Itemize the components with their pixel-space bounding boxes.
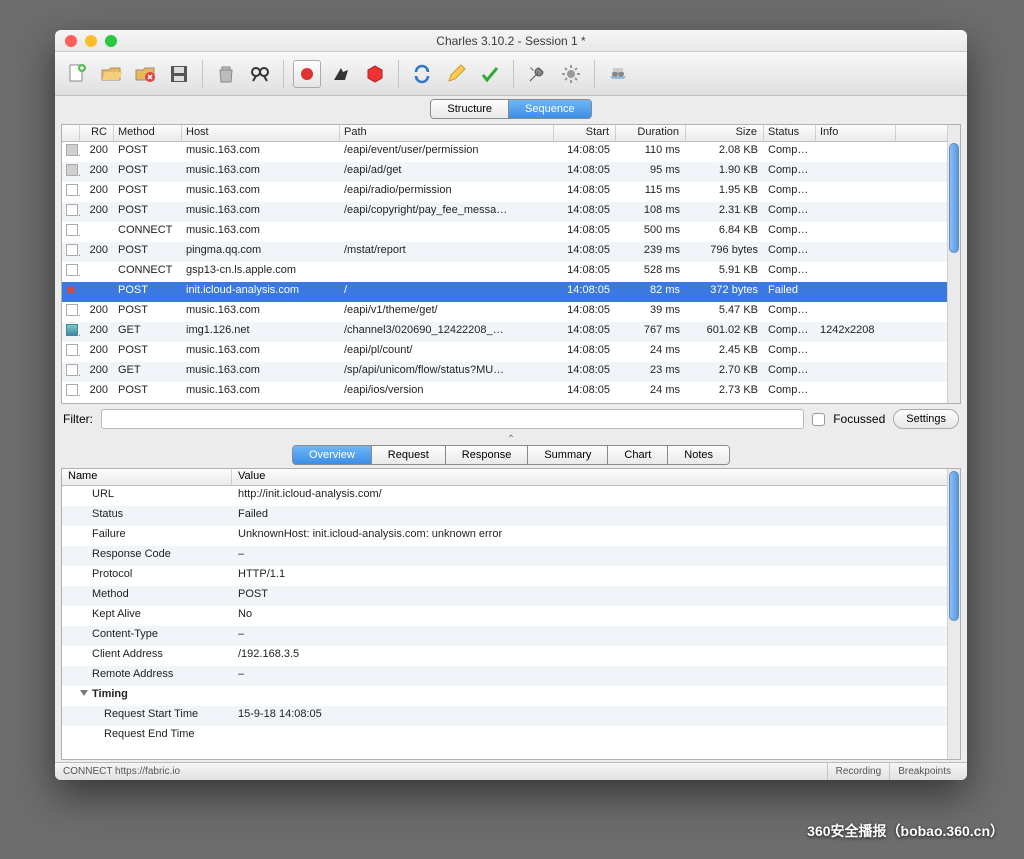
trash-icon[interactable]	[212, 60, 240, 88]
table-row[interactable]: 200POSTmusic.163.com/eapi/pl/count/14:08…	[62, 342, 960, 362]
col-status[interactable]: Status	[764, 125, 816, 141]
filter-bar: Filter: Focussed Settings	[55, 404, 967, 434]
col-host[interactable]: Host	[182, 125, 340, 141]
detail-row[interactable]: Kept AliveNo	[62, 606, 960, 626]
table-row[interactable]: 200POSTmusic.163.com/eapi/ad/get14:08:05…	[62, 162, 960, 182]
record-icon[interactable]	[293, 60, 321, 88]
table-row[interactable]: 200POSTmusic.163.com/eapi/radio/permissi…	[62, 182, 960, 202]
detail-row[interactable]: Client Address/192.168.3.5	[62, 646, 960, 666]
table-row[interactable]: 200POSTmusic.163.com/eapi/event/user/per…	[62, 142, 960, 162]
col-size[interactable]: Size	[686, 125, 764, 141]
detail-scrollbar[interactable]	[947, 469, 960, 759]
status-breakpoints: Breakpoints	[889, 763, 959, 780]
grid-scrollbar[interactable]	[947, 125, 960, 403]
tab-overview[interactable]: Overview	[293, 446, 371, 464]
settings-button[interactable]: Settings	[893, 409, 959, 429]
detail-row[interactable]: Request End Time	[62, 726, 960, 746]
detail-tabs: Overview Request Response Summary Chart …	[55, 444, 967, 468]
new-session-icon[interactable]	[63, 60, 91, 88]
filter-input[interactable]	[101, 409, 804, 429]
window-title: Charles 3.10.2 - Session 1 *	[55, 34, 967, 48]
col-info[interactable]: Info	[816, 125, 896, 141]
focussed-label: Focussed	[833, 412, 885, 426]
table-row[interactable]: 200POSTpingma.qq.com/mstat/report14:08:0…	[62, 242, 960, 262]
close-session-icon[interactable]	[131, 60, 159, 88]
tab-response[interactable]: Response	[445, 446, 528, 464]
detail-row[interactable]: Request Start Time15-9-18 14:08:05	[62, 706, 960, 726]
tab-chart[interactable]: Chart	[607, 446, 667, 464]
table-row[interactable]: 200GETimg1.126.net/channel3/020690_12422…	[62, 322, 960, 342]
edit-icon[interactable]	[442, 60, 470, 88]
table-row[interactable]: CONNECTgsp13-cn.ls.apple.com14:08:05528 …	[62, 262, 960, 282]
focussed-checkbox[interactable]	[812, 413, 825, 426]
col-method[interactable]: Method	[114, 125, 182, 141]
detail-row[interactable]: FailureUnknownHost: init.icloud-analysis…	[62, 526, 960, 546]
filter-label: Filter:	[63, 412, 93, 426]
table-row[interactable]: 200GETmusic.163.com/sp/api/unicom/flow/s…	[62, 362, 960, 382]
watermark: 360安全播报（bobao.360.cn）	[807, 821, 1004, 841]
detail-col-value[interactable]: Value	[232, 469, 960, 485]
pane-splitter[interactable]: ⌃	[55, 434, 967, 444]
detail-row[interactable]: Response Code–	[62, 546, 960, 566]
titlebar: Charles 3.10.2 - Session 1 *	[55, 30, 967, 52]
col-path[interactable]: Path	[340, 125, 554, 141]
view-mode-tabs: Structure Sequence	[55, 96, 967, 122]
table-row[interactable]: CONNECTmusic.163.com14:08:05500 ms6.84 K…	[62, 222, 960, 242]
status-recording: Recording	[827, 763, 890, 780]
col-start[interactable]: Start	[554, 125, 616, 141]
detail-row[interactable]: ProtocolHTTP/1.1	[62, 566, 960, 586]
tab-request[interactable]: Request	[371, 446, 445, 464]
license-icon[interactable]	[604, 60, 632, 88]
detail-row[interactable]: Remote Address–	[62, 666, 960, 686]
table-row[interactable]: ✖POSTinit.icloud-analysis.com/14:08:0582…	[62, 282, 960, 302]
grid-header: RC Method Host Path Start Duration Size …	[62, 125, 960, 142]
col-duration[interactable]: Duration	[616, 125, 686, 141]
col-rc[interactable]: RC	[80, 125, 114, 141]
save-icon[interactable]	[165, 60, 193, 88]
detail-pane: Name Value URLhttp://init.icloud-analysi…	[61, 468, 961, 760]
settings-icon[interactable]	[557, 60, 585, 88]
detail-row[interactable]: Content-Type–	[62, 626, 960, 646]
toolbar	[55, 52, 967, 96]
grid-body[interactable]: 200POSTmusic.163.com/eapi/event/user/per…	[62, 142, 960, 403]
detail-row[interactable]: StatusFailed	[62, 506, 960, 526]
status-bar: CONNECT https://fabric.io Recording Brea…	[55, 762, 967, 780]
detail-col-name[interactable]: Name	[62, 469, 232, 485]
tools-icon[interactable]	[523, 60, 551, 88]
tab-sequence[interactable]: Sequence	[508, 100, 591, 118]
open-icon[interactable]	[97, 60, 125, 88]
status-left: CONNECT https://fabric.io	[63, 766, 180, 777]
detail-body[interactable]: URLhttp://init.icloud-analysis.com/Statu…	[62, 486, 960, 759]
tab-structure[interactable]: Structure	[431, 100, 508, 118]
tab-summary[interactable]: Summary	[527, 446, 607, 464]
request-grid: RC Method Host Path Start Duration Size …	[61, 124, 961, 404]
breakpoints-icon[interactable]	[361, 60, 389, 88]
validate-icon[interactable]	[476, 60, 504, 88]
detail-group-timing[interactable]: Timing	[62, 686, 960, 706]
table-row[interactable]: 200POSTmusic.163.com/eapi/v1/theme/get/1…	[62, 302, 960, 322]
tab-notes[interactable]: Notes	[667, 446, 729, 464]
detail-row[interactable]: URLhttp://init.icloud-analysis.com/	[62, 486, 960, 506]
table-row[interactable]: 200POSTmusic.163.com/eapi/copyright/pay_…	[62, 202, 960, 222]
throttle-icon[interactable]	[327, 60, 355, 88]
repeat-icon[interactable]	[408, 60, 436, 88]
table-row[interactable]: 200POSTmusic.163.com/eapi/ios/version14:…	[62, 382, 960, 402]
app-window: Charles 3.10.2 - Session 1 * Structure S…	[55, 30, 967, 780]
detail-row[interactable]: MethodPOST	[62, 586, 960, 606]
find-icon[interactable]	[246, 60, 274, 88]
